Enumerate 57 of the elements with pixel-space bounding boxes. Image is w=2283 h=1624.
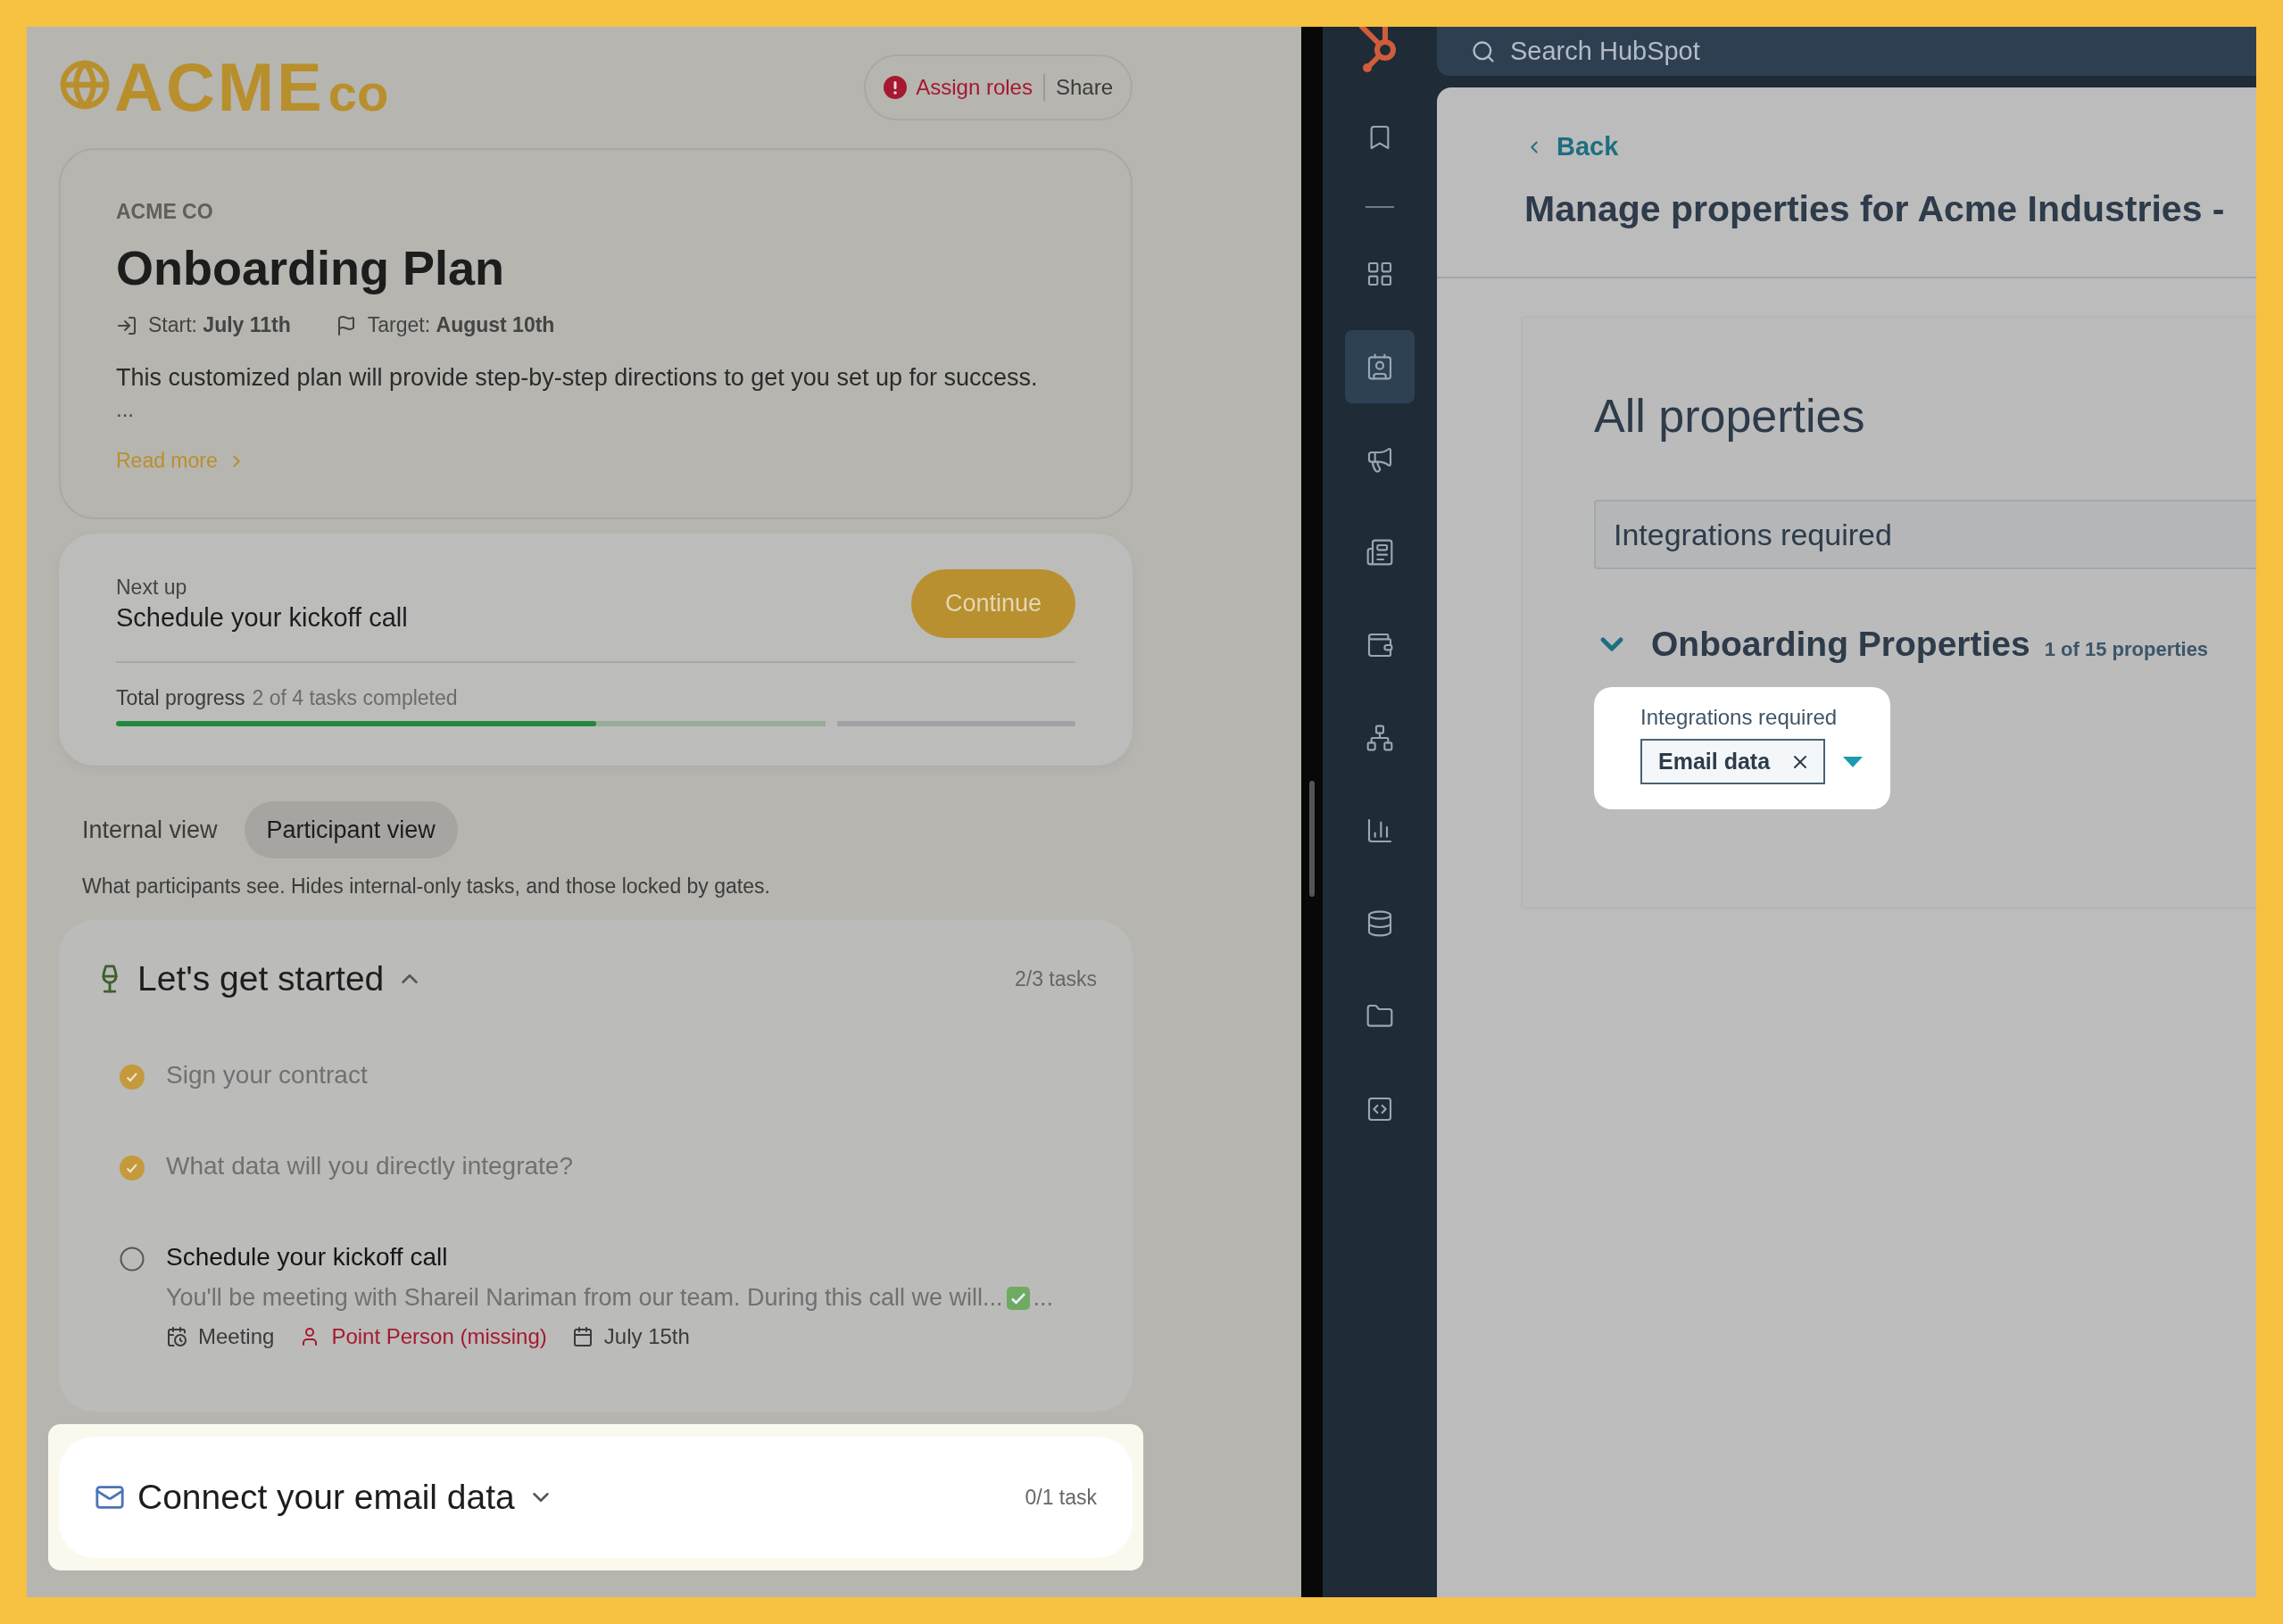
- task-count: 2/3 tasks: [1014, 966, 1097, 991]
- ellipsis: ...: [116, 397, 135, 422]
- view-tab[interactable]: Participant view: [244, 801, 458, 858]
- next-up-label: Next up: [116, 575, 188, 600]
- share-link[interactable]: Share: [1055, 75, 1113, 100]
- task-meta: July 15th: [603, 1324, 690, 1349]
- search-field[interactable]: Integrations required: [1594, 500, 2256, 569]
- ellipsis: ...: [1033, 1284, 1054, 1312]
- plan-description: This customized plan will provide step-by-step directions to get you set up for success.: [116, 364, 1039, 392]
- back-link[interactable]: Back: [1524, 132, 2256, 162]
- field-label: Integrations required: [1640, 705, 1839, 730]
- contact-card-nav-button[interactable]: [1345, 330, 1415, 403]
- checked-circle-icon[interactable]: [120, 1156, 145, 1181]
- group-title: Onboarding Properties: [1651, 625, 2030, 664]
- search-field[interactable]: Search HubSpot: [1437, 27, 2256, 76]
- section-title: Let's get started: [137, 959, 385, 998]
- wallet-icon: [1366, 631, 1394, 659]
- next-task-title: Schedule your kickoff call: [116, 602, 408, 633]
- page-title: Manage properties for Acme Industries -: [1524, 188, 2226, 230]
- scrollbar[interactable]: [1309, 781, 1315, 897]
- empty-circle-icon[interactable]: [120, 1247, 145, 1272]
- search-icon: [1471, 38, 1496, 64]
- code-icon: [1366, 1095, 1394, 1123]
- property-count: 1 of 15 properties: [2044, 638, 2209, 661]
- view-tab[interactable]: Internal view: [82, 801, 218, 858]
- logo-text: co: [328, 67, 389, 119]
- task-meta: Point Person (missing): [331, 1324, 547, 1349]
- alert-icon: [884, 76, 908, 99]
- company-name: ACME CO: [116, 200, 214, 224]
- target-date: Target: August 10th: [367, 313, 555, 337]
- task-description: You'll be meeting with Shareil Nariman from our team. During this call we will...: [166, 1284, 1003, 1312]
- megaphone-icon: [1366, 445, 1394, 474]
- view-hint: What participants see. Hides internal-only tasks, and those locked by gates.: [82, 874, 771, 899]
- task-title[interactable]: Schedule your kickoff call: [166, 1243, 1054, 1272]
- contact-card-icon: [1366, 352, 1394, 381]
- hierarchy-icon: [1366, 724, 1394, 752]
- tag: Email data: [1640, 739, 1826, 784]
- bar-chart-icon: [1366, 816, 1394, 845]
- grid-icon: [1366, 260, 1394, 288]
- calendar-icon: [571, 1326, 594, 1347]
- progress-label: Total progress 2 of 4 tasks completed: [116, 686, 459, 710]
- section-heading: All properties: [1594, 389, 1866, 443]
- plan-title: Onboarding Plan: [116, 240, 505, 295]
- check-mark-icon: [1006, 1286, 1030, 1310]
- globe-icon: [59, 59, 111, 111]
- task-count: 0/1 task: [1025, 1485, 1097, 1510]
- logo-text: ACME: [114, 54, 325, 121]
- meeting-icon: [166, 1326, 187, 1347]
- database-icon: [1366, 909, 1394, 938]
- section-title: Connect your email data: [137, 1478, 515, 1517]
- checked-circle-icon[interactable]: [120, 1065, 145, 1090]
- newspaper-icon: [1366, 538, 1394, 567]
- start-date: Start: July 11th: [148, 313, 291, 337]
- dropdown-caret-icon[interactable]: [1843, 756, 1864, 767]
- assign-roles-link[interactable]: Assign roles: [884, 75, 1033, 100]
- task-meta: Meeting: [198, 1324, 275, 1349]
- start-icon: [116, 314, 137, 336]
